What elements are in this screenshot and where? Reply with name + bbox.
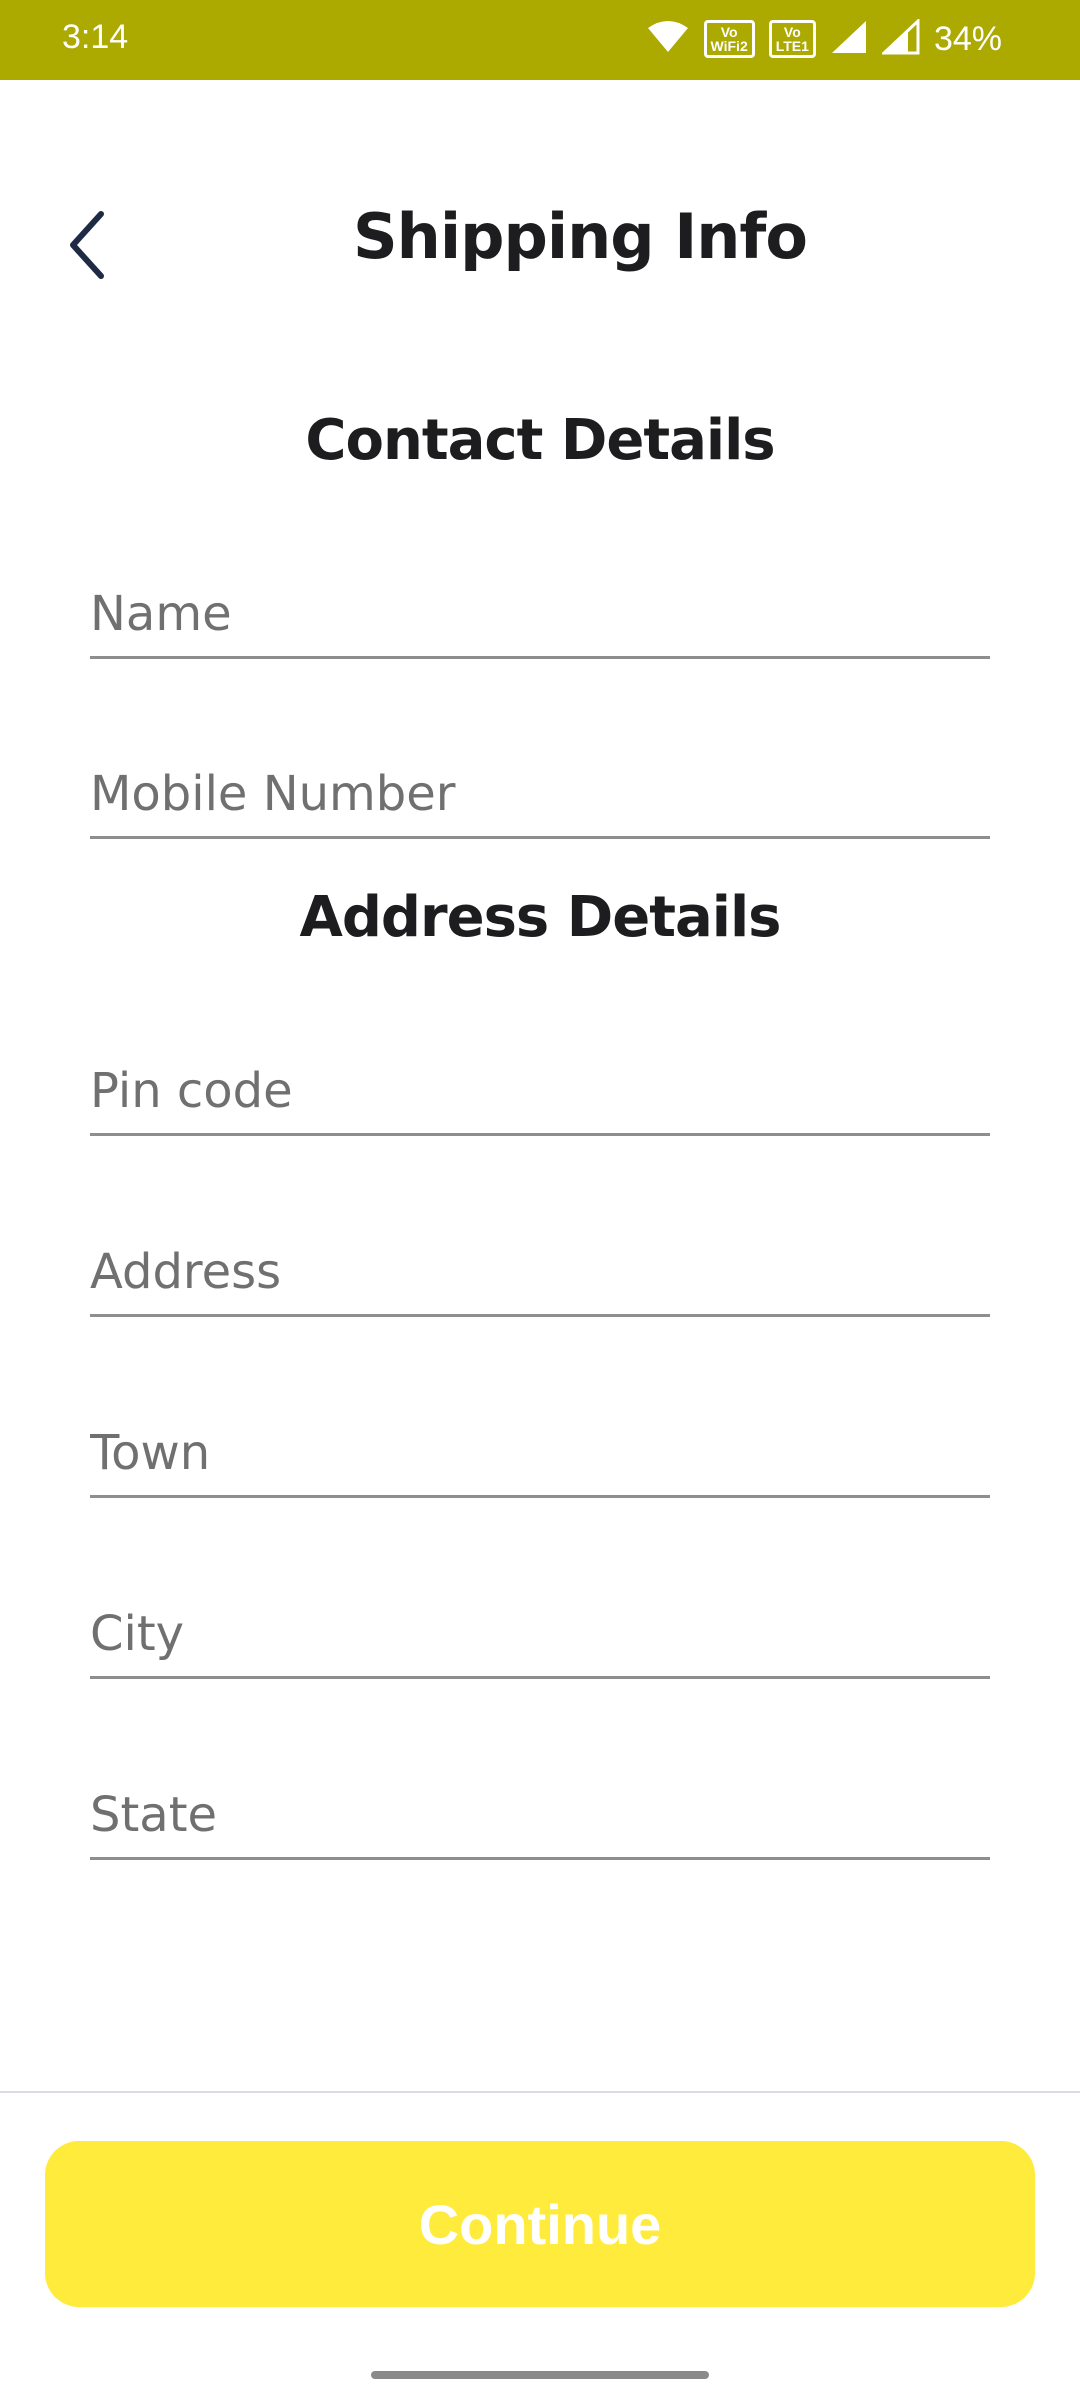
town-field[interactable] bbox=[90, 1385, 990, 1498]
page-title: Shipping Info bbox=[353, 200, 808, 273]
signal-strength-icon-2 bbox=[880, 17, 920, 59]
city-input[interactable] bbox=[90, 1606, 990, 1662]
status-bar: 3:14 Vo WiFi2 Vo LTE1 34% bbox=[0, 0, 1080, 80]
mobile-number-input[interactable] bbox=[90, 766, 990, 822]
pin-code-field[interactable] bbox=[90, 1023, 990, 1136]
footer-divider bbox=[0, 2091, 1080, 2093]
mobile-number-field[interactable] bbox=[90, 726, 990, 839]
status-time: 3:14 bbox=[62, 18, 129, 56]
volte-icon: Vo LTE1 bbox=[768, 20, 816, 58]
pin-code-input[interactable] bbox=[90, 1063, 990, 1119]
address-field[interactable] bbox=[90, 1204, 990, 1317]
wifi-icon bbox=[646, 20, 690, 58]
address-details-heading: Address Details bbox=[299, 885, 781, 950]
contact-details-heading: Contact Details bbox=[305, 408, 775, 473]
status-icons: Vo WiFi2 Vo LTE1 34% bbox=[646, 14, 1002, 64]
state-input[interactable] bbox=[90, 1787, 990, 1843]
town-input[interactable] bbox=[90, 1425, 990, 1481]
continue-button[interactable]: Continue bbox=[45, 2141, 1035, 2307]
home-indicator[interactable] bbox=[371, 2371, 709, 2379]
city-field[interactable] bbox=[90, 1566, 990, 1679]
name-field[interactable] bbox=[90, 546, 990, 659]
state-field[interactable] bbox=[90, 1747, 990, 1860]
battery-level: 34% bbox=[933, 19, 1002, 58]
address-input[interactable] bbox=[90, 1244, 990, 1300]
wifi-calling-icon: Vo WiFi2 bbox=[703, 20, 755, 58]
name-input[interactable] bbox=[90, 586, 990, 642]
signal-strength-icon bbox=[830, 19, 868, 59]
